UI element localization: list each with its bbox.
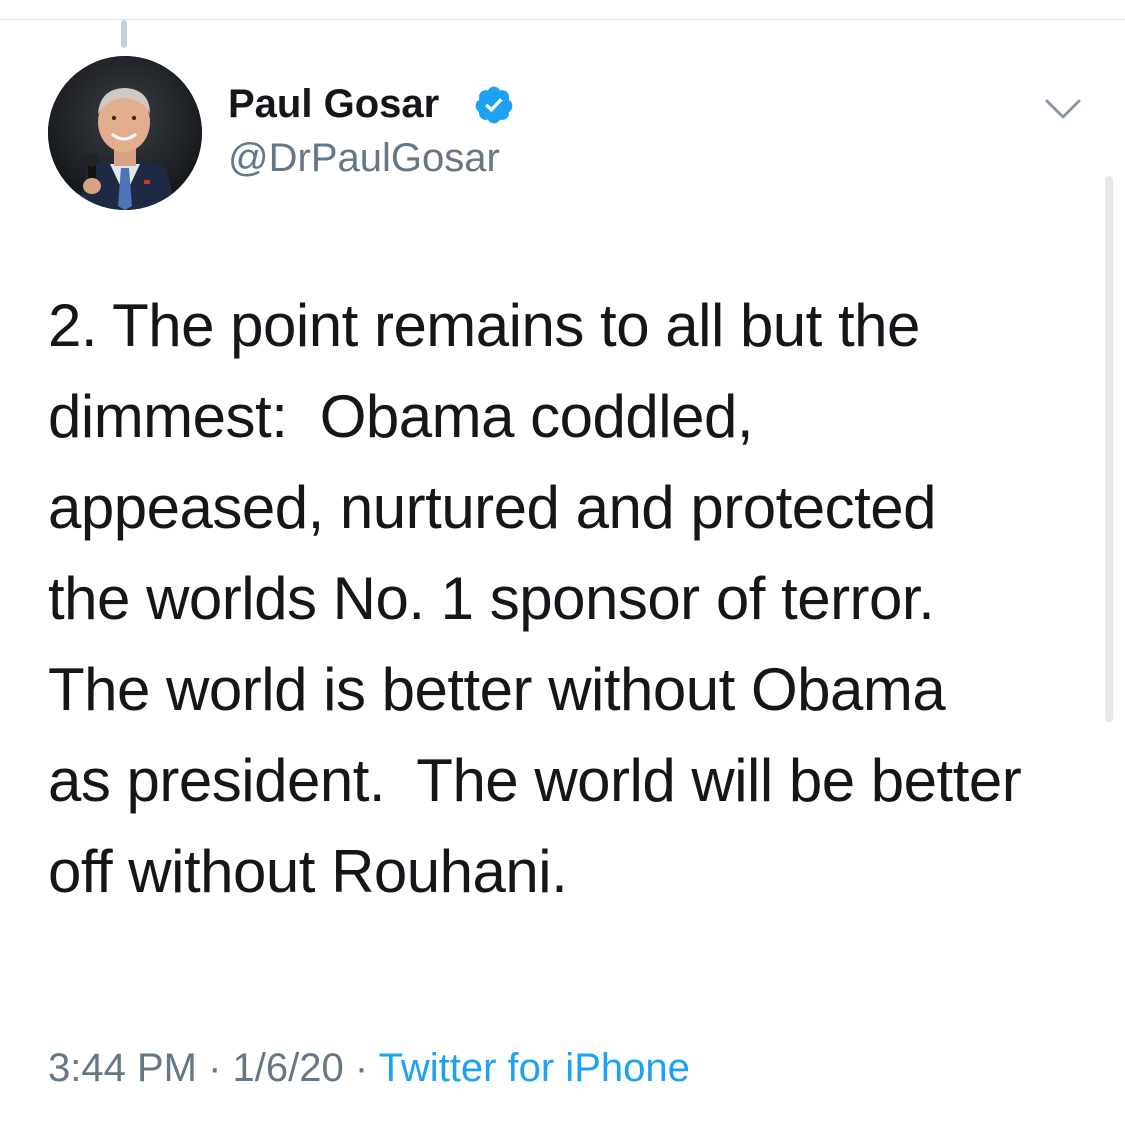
author-handle[interactable]: @DrPaulGosar [228, 134, 500, 182]
tweet-metadata: 3:44 PM · 1/6/20 · Twitter for iPhone [48, 1040, 690, 1096]
avatar[interactable] [48, 56, 202, 210]
verified-badge-icon [475, 86, 513, 124]
top-divider [0, 19, 1125, 20]
profile-photo [48, 56, 202, 210]
meta-separator: · [208, 1046, 222, 1090]
author-display-name[interactable]: Paul Gosar [228, 80, 439, 128]
tweet-text: 2. The point remains to all but the dimm… [48, 292, 1022, 905]
meta-separator: · [354, 1046, 369, 1090]
tweet-time[interactable]: 3:44 PM [48, 1046, 197, 1090]
tweet-source-link[interactable]: Twitter for iPhone [379, 1046, 690, 1090]
chevron-down-icon[interactable] [1043, 96, 1083, 122]
tweet-date[interactable]: 1/6/20 [233, 1046, 344, 1090]
scrollbar[interactable] [1105, 176, 1113, 722]
thread-connector-line [121, 20, 127, 48]
